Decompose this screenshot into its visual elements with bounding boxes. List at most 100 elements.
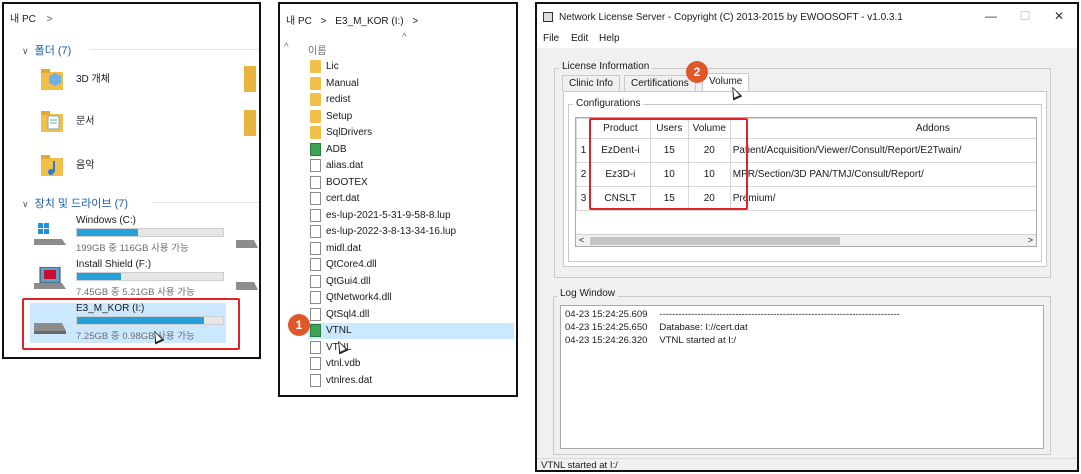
file-name: cert.dat	[326, 193, 360, 204]
log-list[interactable]: 04-23 15:24:25.609 ----------------------…	[560, 305, 1044, 449]
addons-cell: Patient/Acquisition/Viewer/Consult/Repor…	[729, 138, 1036, 163]
breadcrumb[interactable]: 내 PC >	[10, 10, 53, 25]
chevron-up-icon[interactable]: ^	[284, 42, 289, 53]
highlight-box-drive	[22, 298, 240, 350]
app-icon	[543, 12, 553, 22]
file-list-item[interactable]: QtSql4.dll	[308, 307, 514, 323]
folder-item-documents[interactable]: 문서	[40, 108, 150, 138]
file-list-item[interactable]: redist	[308, 92, 514, 108]
file-list-item[interactable]: midl.dat	[308, 241, 514, 257]
folder-icon	[310, 76, 321, 90]
file-list-item[interactable]: es-lup-2022-3-8-13-34-16.lup	[308, 224, 514, 240]
breadcrumb-chevron-icon: >	[320, 16, 327, 27]
close-icon[interactable]: ✕	[1049, 9, 1069, 23]
drive-icon-partial[interactable]	[236, 236, 258, 250]
folder-icon-partial[interactable]	[244, 66, 256, 92]
folder-icon	[310, 93, 321, 106]
file-list-item[interactable]: VTNL	[308, 323, 514, 339]
log-time: 04-23 15:24:25.609	[565, 309, 648, 320]
chevron-down-icon: ∨	[22, 199, 29, 209]
tab-volume[interactable]: Volume	[702, 73, 750, 92]
file-list-item[interactable]: QtNetwork4.dll	[308, 290, 514, 306]
folder-label: 음악	[76, 160, 95, 171]
file-name: SqlDrivers	[326, 127, 373, 138]
highlight-box-volume	[589, 118, 748, 210]
file-icon	[310, 373, 321, 387]
license-info-title: License Information	[559, 61, 653, 72]
file-name: Manual	[326, 77, 359, 89]
documents-folder-icon	[41, 111, 63, 132]
log-message: ----------------------------------------…	[659, 309, 900, 320]
file-list-item[interactable]: cert.dat	[308, 191, 514, 207]
log-window-title: Log Window	[557, 288, 619, 299]
drive-size: 7.45GB 중 5.21GB 사용 가능	[76, 287, 195, 298]
tab-certifications[interactable]: Certifications	[624, 75, 696, 91]
file-name: vtnl.vdb	[326, 358, 361, 369]
folder-label: 3D 개체	[76, 74, 110, 85]
file-list-item[interactable]: vtnlres.dat	[308, 373, 514, 389]
drive-item-f[interactable]: Install Shield (F:) 7.45GB 중 5.21GB 사용 가…	[30, 259, 230, 299]
file-list-item[interactable]: QtCore4.dll	[308, 257, 514, 273]
file-name: Lic	[326, 61, 339, 72]
file-list-item[interactable]: Manual	[308, 76, 514, 92]
file-list-item[interactable]: vtnl.vdb	[308, 356, 514, 372]
application-icon	[310, 142, 321, 156]
minimize-icon[interactable]: —	[981, 9, 1001, 23]
folders-group-header[interactable]: ∨ 폴더 (7)	[22, 42, 71, 58]
breadcrumb[interactable]: 내 PC > E3_M_KOR (I:) >	[286, 12, 418, 27]
drive-item-c[interactable]: Windows (C:) 199GB 중 116GB 사용 가능	[30, 215, 230, 255]
file-list-item[interactable]: Lic	[308, 59, 514, 75]
drive-usage-bar	[76, 272, 224, 281]
horizontal-scrollbar[interactable]: < >	[576, 234, 1036, 246]
scroll-right-icon[interactable]: >	[1028, 235, 1033, 245]
drive-icon-partial[interactable]	[236, 278, 258, 292]
breadcrumb-root[interactable]: 내 PC	[286, 16, 312, 27]
folder-icon	[310, 109, 321, 123]
menu-file[interactable]: File	[543, 33, 559, 44]
file-name: ADB	[326, 143, 347, 155]
drive-usage-bar	[76, 228, 224, 237]
file-name: QtGui4.dll	[326, 275, 371, 287]
menu-help[interactable]: Help	[599, 33, 620, 44]
tab-clinic-info[interactable]: Clinic Info	[562, 75, 620, 91]
title-bar[interactable]: Network License Server - Copyright (C) 2…	[537, 4, 1077, 30]
file-list-item[interactable]: alias.dat	[308, 158, 514, 174]
file-name: redist	[326, 94, 351, 105]
file-name: es-lup-2022-3-8-13-34-16.lup	[326, 226, 457, 237]
column-header-name[interactable]: 이름	[308, 42, 326, 57]
breadcrumb-chevron-icon: >	[46, 14, 53, 25]
maximize-icon[interactable]: ☐	[1015, 9, 1035, 23]
breadcrumb-drive[interactable]: E3_M_KOR (I:)	[335, 16, 403, 27]
breadcrumb-root[interactable]: 내 PC	[10, 14, 36, 25]
folder-item-music[interactable]: 음악	[40, 152, 150, 182]
file-name: BOOTEX	[326, 176, 368, 188]
folder-item-3d-objects[interactable]: 3D 개체	[40, 66, 150, 96]
scroll-left-icon[interactable]: <	[579, 235, 584, 245]
menu-edit[interactable]: Edit	[571, 33, 588, 44]
folder-label: 문서	[76, 116, 95, 127]
file-list-item[interactable]: ADB	[308, 142, 514, 158]
file-list-item[interactable]: Setup	[308, 109, 514, 125]
scrollbar-thumb[interactable]	[590, 237, 840, 245]
install-shield-drive-icon	[34, 267, 66, 289]
sort-arrow-icon: ^	[402, 32, 407, 43]
column-header-addons[interactable]: Addons	[729, 118, 1036, 139]
file-list-item[interactable]: SqlDrivers	[308, 125, 514, 141]
group-divider	[90, 49, 259, 50]
file-list-item[interactable]: QtGui4.dll	[308, 274, 514, 290]
dll-file-icon	[310, 307, 321, 321]
log-message: VTNL started at I:/	[659, 335, 737, 346]
dll-file-icon	[310, 291, 321, 304]
drives-group-label: 장치 및 드라이브 (7)	[34, 198, 129, 210]
file-list-item[interactable]: BOOTEX	[308, 175, 514, 191]
dll-file-icon	[310, 258, 321, 271]
file-icon	[310, 241, 321, 255]
step-badge-2: 2	[686, 61, 708, 83]
chevron-down-icon: ∨	[22, 46, 29, 56]
folder-icon-partial[interactable]	[244, 110, 256, 136]
file-name: es-lup-2021-5-31-9-58-8.lup	[326, 209, 451, 221]
drive-name: Windows (C:)	[76, 215, 137, 226]
drives-group-header[interactable]: ∨ 장치 및 드라이브 (7)	[22, 195, 128, 211]
file-name: Setup	[326, 110, 353, 122]
file-list-item[interactable]: es-lup-2021-5-31-9-58-8.lup	[308, 208, 514, 224]
